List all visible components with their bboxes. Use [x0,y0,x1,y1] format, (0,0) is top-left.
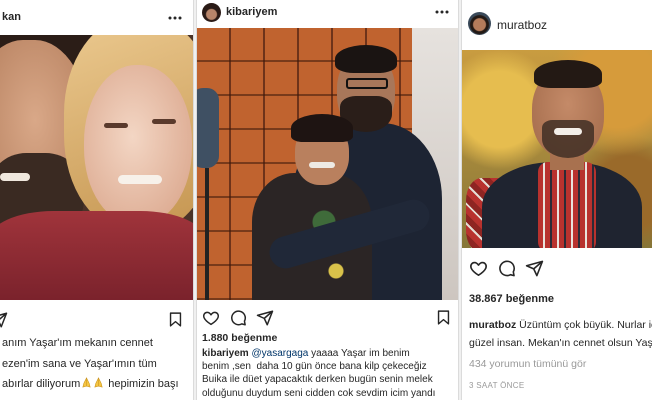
person-smile [309,162,335,168]
post-left: kan anım Yaşar'ım mekanın cennet ezen'im… [0,0,194,400]
caption-author[interactable]: kibariyem [202,348,249,359]
caption-text: hepimizin başı [108,378,179,390]
post-middle: kibariyem 1.880 beğenme kibariyem @yasar… [196,0,459,400]
post-caption: kibariyem @yasargaga yaaaa Yaşar im beni… [202,347,456,400]
more-options-icon[interactable] [168,16,182,20]
caption-text: abırlar diliyorum [2,378,81,390]
caption-line: muratboz Üzüntüm çok büyük. Nurlar iç [469,316,652,334]
person-eye [104,123,128,128]
post-username[interactable]: muratboz [497,18,547,32]
post-photo[interactable] [462,50,652,248]
send-icon[interactable] [0,311,8,329]
person-face [84,65,192,225]
post-photo[interactable] [197,28,458,300]
caption-line: ezen'im sana ve Yaşar'ımın tüm [2,357,157,370]
plaid-shirt [538,162,596,248]
folded-hands-emoji-icon [81,377,92,388]
like-count[interactable]: 1.880 beğenme [202,332,277,344]
person-smile [118,175,162,184]
send-icon[interactable] [525,259,544,278]
person-beard [542,120,594,158]
caption-line: Buika ile düet yapacaktık derken bugün s… [202,374,433,386]
person-hair [335,45,397,73]
comment-icon[interactable] [229,309,247,327]
post-timestamp: 3 SAAT ÖNCE [469,381,525,390]
caption-line: güzel insan. Mekan'ın cennet olsun Yaşa [469,337,652,349]
microphone [197,88,219,168]
send-icon[interactable] [256,309,274,327]
post-username[interactable]: kan [2,11,21,23]
bookmark-icon[interactable] [167,311,184,328]
post-caption: muratboz Üzüntüm çok büyük. Nurlar iç gü… [469,316,652,352]
person-hair [291,114,353,142]
view-all-comments-link[interactable]: 434 yorumun tümünü gör [469,358,586,370]
bookmark-icon[interactable] [435,309,452,326]
post-caption: anım Yaşar'ım mekanın cennet ezen'im san… [2,333,192,395]
caption-author[interactable]: muratboz [469,319,516,331]
person-smile [0,173,30,181]
like-count[interactable]: 38.867 beğenme [469,293,554,305]
caption-text: yaaaa Yaşar im benim [311,348,410,359]
heart-icon[interactable] [202,309,220,327]
heart-icon[interactable] [469,259,488,278]
post-photo[interactable] [0,35,193,300]
post-username[interactable]: kibariyem [226,6,277,18]
comment-icon[interactable] [497,259,516,278]
avatar[interactable] [468,12,491,35]
microphone-stand [205,168,209,300]
person-hair [534,60,602,88]
caption-line: kibariyem @yasargaga yaaaa Yaşar im beni… [202,347,456,360]
glasses [346,78,388,89]
caption-text: Üzüntüm çok büyük. Nurlar iç [519,319,652,331]
post-right: muratboz 38.867 beğenme muratboz Üzüntüm… [461,0,652,400]
more-options-icon[interactable] [435,10,449,14]
folded-hands-emoji-icon [93,377,104,388]
caption-line: benim ,sen daha 10 gün önce bana kilp çe… [202,361,427,373]
red-sweater [0,211,193,300]
person-eye [152,119,176,124]
caption-line: anım Yaşar'ım mekanın cennet [2,337,153,349]
avatar[interactable] [202,3,221,22]
caption-mention[interactable]: @yasargaga [251,348,308,359]
person-smile [554,128,582,135]
caption-line: abırlar diliyorum hepimizin başı [2,374,192,395]
caption-line: olduğunu duydum seni cidden cok sevdim i… [202,387,436,399]
